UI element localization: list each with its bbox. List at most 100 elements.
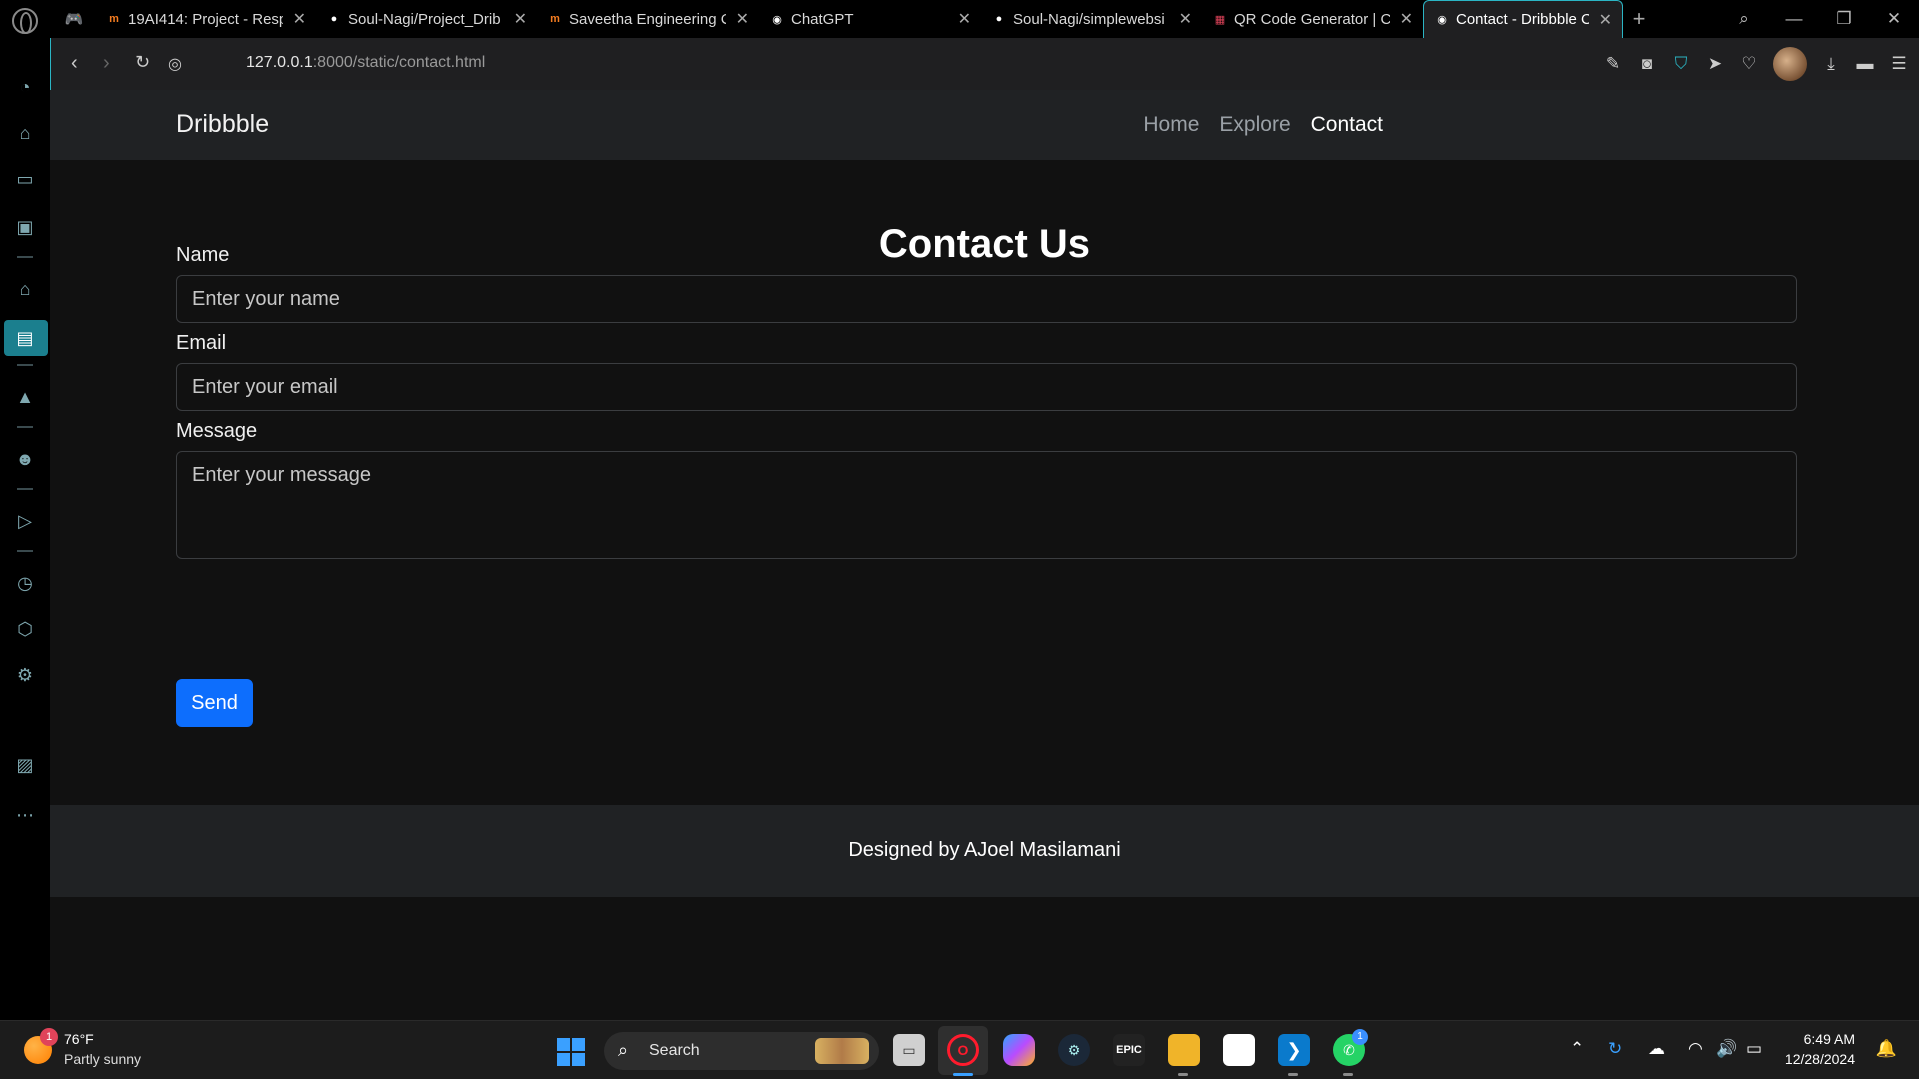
email-input[interactable] (176, 363, 1797, 411)
minimize-icon[interactable]: — (1769, 9, 1819, 29)
toolbar-actions: ✎ ◙ ⛉ ➤ ♡ ⤓ ▬ ☰ (1603, 46, 1909, 82)
battery-icon[interactable]: ▭ (1746, 1039, 1762, 1059)
browser-tab[interactable]: m Saveetha Engineering C ✕ (537, 0, 759, 38)
browser-tab[interactable]: ◉ Contact - Dribbble Clon ✕ (1423, 0, 1623, 38)
open-indicator (1288, 1073, 1298, 1076)
opera-logo-icon[interactable] (12, 8, 38, 34)
easy-setup-icon[interactable]: ☰ (1889, 54, 1909, 74)
weather-description[interactable]: Partly sunny (64, 1051, 141, 1067)
name-input[interactable] (176, 275, 1797, 323)
url-field[interactable]: 127.0.0.1:8000/static/contact.html (246, 54, 485, 72)
web-page: Dribbble Home Explore Contact Contact Us N… (50, 90, 1919, 1020)
close-window-icon[interactable]: ✕ (1869, 9, 1919, 29)
site-brand[interactable]: Dribbble (176, 110, 269, 139)
vscode-icon[interactable]: ❯ (1278, 1034, 1310, 1066)
browser-tab[interactable]: ● Soul-Nagi/Project_Drib ✕ (316, 0, 537, 38)
nav-link-home[interactable]: Home (1143, 113, 1199, 137)
restore-icon[interactable]: ❐ (1819, 9, 1869, 29)
player-icon[interactable]: ▷ (12, 508, 38, 534)
vpn-shield-icon[interactable]: ⛉ (1671, 54, 1691, 74)
battery-saver-icon[interactable]: ▬ (1855, 54, 1875, 74)
sidebar-divider (17, 488, 33, 490)
copilot-icon[interactable] (1003, 1034, 1035, 1066)
close-tab-icon[interactable]: ✕ (1400, 9, 1413, 29)
onedrive-cloud-icon[interactable]: ☁ (1648, 1039, 1665, 1059)
gh-favicon-icon: ● (330, 13, 338, 25)
twitch-icon[interactable]: ▭ (12, 166, 38, 192)
browser-tab[interactable]: m 19AI414: Project - Resp ✕ (96, 0, 316, 38)
image-gallery-icon[interactable]: ▨ (12, 752, 38, 778)
close-tab-icon[interactable]: ✕ (958, 9, 971, 29)
sync-icon[interactable]: ↻ (1608, 1039, 1622, 1059)
clock-date[interactable]: 12/28/2024 (1785, 1051, 1855, 1067)
open-indicator (1178, 1073, 1188, 1076)
nav-links: Home Explore Contact (1143, 113, 1383, 137)
weather-temperature[interactable]: 76°F (64, 1031, 94, 1047)
whatsapp-badge: 1 (1352, 1029, 1368, 1045)
heart-icon[interactable]: ♡ (1739, 54, 1759, 74)
show-hidden-icons-icon[interactable]: ⌃ (1570, 1039, 1584, 1059)
aria-ai-icon[interactable]: ▲ (12, 384, 38, 410)
sidebar-divider (17, 550, 33, 552)
taskbar-search-label: Search (649, 1042, 700, 1059)
back-icon[interactable]: ‹ (71, 52, 78, 75)
close-tab-icon[interactable]: ✕ (514, 9, 527, 29)
nav-link-explore[interactable]: Explore (1219, 113, 1290, 137)
close-tab-icon[interactable]: ✕ (1179, 9, 1192, 29)
send-button[interactable]: Send (176, 679, 253, 727)
message-textarea[interactable] (176, 451, 1797, 559)
cpu-icon[interactable]: ▣ (12, 214, 38, 240)
footer-credit: Designed by AJoel Masilamani (848, 839, 1121, 861)
new-tab-icon[interactable]: + (1623, 0, 1655, 38)
active-indicator (953, 1073, 973, 1076)
browser-tab[interactable]: ● Soul-Nagi/simplewebsi ✕ (981, 0, 1202, 38)
site-info-globe-icon[interactable]: ◎ (168, 54, 182, 74)
notification-bell-icon[interactable]: 🔔 (1876, 1039, 1897, 1059)
browser-tab[interactable]: ◉ ChatGPT ✕ (759, 0, 981, 38)
close-tab-icon[interactable]: ✕ (736, 9, 749, 29)
browser-tab[interactable]: ▦ QR Code Generator | C ✕ (1202, 0, 1423, 38)
message-label: Message (176, 420, 258, 442)
gamepad-icon[interactable]: 🎮 (52, 0, 96, 38)
camera-icon[interactable]: ◙ (1637, 54, 1657, 74)
home-icon[interactable]: ⌂ (12, 276, 38, 302)
edit-share-icon[interactable]: ✎ (1603, 54, 1623, 74)
search-icon: ⌕ (618, 1040, 629, 1060)
microsoft-store-icon[interactable] (1223, 1034, 1255, 1066)
send-icon[interactable]: ➤ (1705, 54, 1725, 74)
open-indicator (1343, 1073, 1353, 1076)
taskbar-search[interactable]: ⌕ Search (604, 1032, 879, 1070)
gh-favicon-icon: ● (995, 13, 1003, 25)
history-icon[interactable]: ◷ (12, 570, 38, 596)
window-controls: ⌕ — ❐ ✕ (1719, 0, 1919, 38)
forward-icon[interactable]: › (103, 52, 110, 75)
task-view-icon[interactable]: ▭ (893, 1034, 925, 1066)
close-tab-icon[interactable]: ✕ (1599, 10, 1612, 30)
file-explorer-icon[interactable] (1168, 1034, 1200, 1066)
reader-icon[interactable]: ▤ (12, 325, 38, 351)
speed-dial-icon[interactable]: ◔ (12, 74, 38, 100)
wifi-icon[interactable]: ◠ (1688, 1039, 1703, 1059)
more-icon[interactable]: ⋯ (12, 802, 38, 828)
steam-icon[interactable]: ⚙ (1058, 1034, 1090, 1066)
opera-browser-icon[interactable]: O (947, 1034, 979, 1066)
url-host: 127.0.0.1 (246, 54, 313, 71)
extensions-cube-icon[interactable]: ⬡ (12, 616, 38, 642)
browser-tab-bar: 🎮 m 19AI414: Project - Resp ✕ ● Soul-Nagi/Pr… (0, 0, 1919, 38)
download-icon[interactable]: ⤓ (1821, 54, 1841, 74)
aria-icon[interactable]: ⌂ (12, 120, 38, 146)
discord-icon[interactable]: ☻ (12, 446, 38, 472)
nav-link-contact[interactable]: Contact (1311, 113, 1383, 137)
close-tab-icon[interactable]: ✕ (293, 9, 306, 29)
tab-title: Saveetha Engineering C (569, 10, 726, 28)
search-tabs-icon[interactable]: ⌕ (1719, 9, 1769, 29)
tab-title: Contact - Dribbble Clon (1456, 11, 1589, 28)
page-title: Contact Us (878, 222, 1091, 266)
windows-start-icon[interactable] (557, 1038, 585, 1066)
epic-games-icon[interactable]: EPIC (1113, 1034, 1145, 1066)
reload-icon[interactable]: ↻ (135, 52, 150, 73)
settings-gear-icon[interactable]: ⚙ (12, 662, 38, 688)
profile-avatar[interactable] (1773, 47, 1807, 81)
clock-time[interactable]: 6:49 AM (1804, 1031, 1855, 1047)
volume-icon[interactable]: 🔊 (1716, 1039, 1737, 1059)
